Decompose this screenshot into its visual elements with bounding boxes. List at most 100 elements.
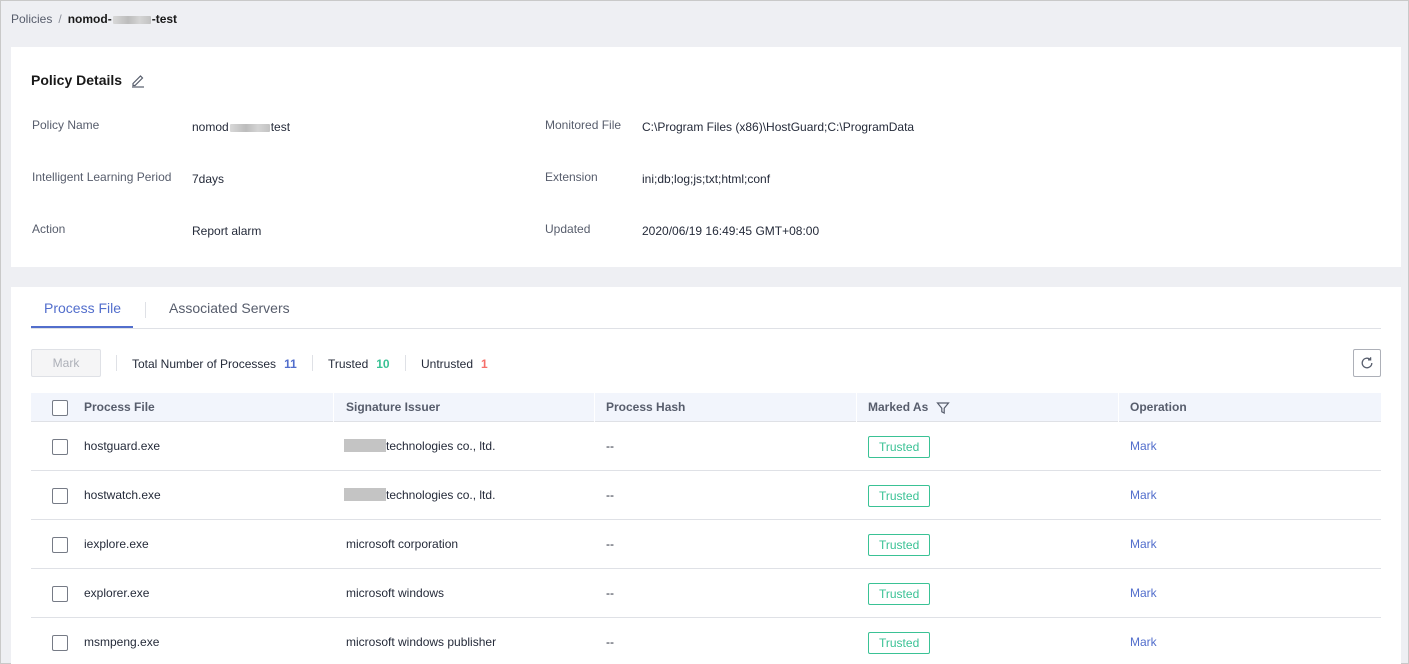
active-tab-indicator <box>31 326 133 328</box>
stat-untrusted-value: 1 <box>481 357 488 371</box>
policy-details-header: Policy Details <box>31 72 146 88</box>
column-header-signature-issuer: Signature Issuer <box>346 400 441 414</box>
breadcrumb-separator: / <box>58 12 62 26</box>
stat-divider <box>405 355 406 371</box>
redacted-text <box>229 123 270 132</box>
row-checkbox[interactable] <box>52 439 68 455</box>
column-divider <box>594 393 595 422</box>
process-card: Process File Associated Servers Mark Tot… <box>11 287 1401 664</box>
process-file-cell: explorer.exe <box>84 586 150 600</box>
action-label: Action <box>32 222 66 236</box>
filter-icon[interactable] <box>936 401 951 415</box>
process-hash-cell: -- <box>606 537 614 551</box>
refresh-button[interactable] <box>1353 349 1381 377</box>
signature-issuer-cell: technologies co., ltd. <box>344 471 495 520</box>
column-header-marked-as: Marked As <box>868 393 951 422</box>
table-row: msmpeng.exe microsoft windows publisher … <box>31 618 1381 664</box>
stat-total: Total Number of Processes 11 <box>132 357 297 371</box>
signature-issuer-cell: technologies co., ltd. <box>344 422 495 471</box>
marked-as-cell: Trusted <box>868 422 931 471</box>
stat-total-label: Total Number of Processes <box>132 357 277 371</box>
process-hash-cell: -- <box>606 586 614 600</box>
marked-as-cell: Trusted <box>868 471 931 520</box>
marked-as-cell: Trusted <box>868 520 931 569</box>
row-checkbox[interactable] <box>52 537 68 553</box>
stat-trusted-label: Trusted <box>328 357 369 371</box>
breadcrumb: Policies / nomod- -test <box>11 11 177 27</box>
table-row: hostwatch.exe technologies co., ltd. -- … <box>31 471 1381 520</box>
table-header: Process File Signature Issuer Process Ha… <box>31 393 1381 422</box>
tab-bar: Process File Associated Servers <box>31 287 1381 329</box>
signature-issuer-text: technologies co., ltd. <box>386 439 496 453</box>
column-divider <box>856 393 857 422</box>
learning-period-value: 7days <box>192 172 225 186</box>
stat-untrusted-label: Untrusted <box>421 357 474 371</box>
marked-as-cell: Trusted <box>868 569 931 618</box>
refresh-icon <box>1360 356 1374 370</box>
redacted-text <box>344 439 386 453</box>
redacted-text <box>112 15 151 24</box>
mark-link[interactable]: Mark <box>1130 520 1157 569</box>
stat-divider <box>312 355 313 371</box>
policy-name-value: nomod test <box>192 120 290 134</box>
stat-untrusted: Untrusted 1 <box>421 357 488 371</box>
process-file-cell: hostguard.exe <box>84 439 161 453</box>
toolbar: Mark Total Number of Processes 11 Trusted… <box>31 349 1381 379</box>
monitored-file-value: C:\Program Files (x86)\HostGuard;C:\Prog… <box>642 120 915 134</box>
process-file-cell: msmpeng.exe <box>84 635 160 649</box>
trusted-badge: Trusted <box>868 435 931 458</box>
trusted-badge: Trusted <box>868 533 931 556</box>
row-checkbox[interactable] <box>52 488 68 504</box>
column-divider <box>333 393 334 422</box>
signature-issuer-cell: microsoft windows <box>346 586 445 600</box>
updated-label: Updated <box>545 222 591 236</box>
process-file-cell: hostwatch.exe <box>84 488 161 502</box>
tab-associated-servers[interactable]: Associated Servers <box>169 300 290 316</box>
row-checkbox[interactable] <box>52 586 68 602</box>
breadcrumb-current: nomod- -test <box>68 12 177 26</box>
policy-name-suffix: test <box>270 120 291 134</box>
breadcrumb-policies-link[interactable]: Policies <box>11 12 52 26</box>
process-hash-cell: -- <box>606 488 614 502</box>
action-value: Report alarm <box>192 224 262 238</box>
process-hash-cell: -- <box>606 439 614 453</box>
monitored-file-label: Monitored File <box>545 118 622 132</box>
breadcrumb-current-prefix: nomod- <box>67 12 112 26</box>
mark-link[interactable]: Mark <box>1130 422 1157 471</box>
edit-icon[interactable] <box>130 72 146 88</box>
mark-link[interactable]: Mark <box>1130 569 1157 618</box>
policy-name-prefix: nomod <box>192 120 229 134</box>
stat-trusted: Trusted 10 <box>328 357 390 371</box>
select-all-checkbox[interactable] <box>52 400 68 416</box>
redacted-text <box>344 488 386 502</box>
learning-period-label: Intelligent Learning Period <box>32 170 172 184</box>
process-table: Process File Signature Issuer Process Ha… <box>31 393 1381 664</box>
column-header-marked-as-label: Marked As <box>868 400 929 414</box>
stat-total-value: 11 <box>284 357 297 371</box>
column-header-operation: Operation <box>1130 400 1187 414</box>
breadcrumb-current-suffix: -test <box>151 12 178 26</box>
policy-details-title: Policy Details <box>31 72 123 88</box>
extension-value: ini;db;log;js;txt;html;conf <box>642 172 771 186</box>
trusted-badge: Trusted <box>868 484 931 507</box>
extension-label: Extension <box>545 170 598 184</box>
trusted-badge: Trusted <box>868 631 931 654</box>
table-row: explorer.exe microsoft windows -- Truste… <box>31 569 1381 618</box>
tab-divider <box>145 302 146 318</box>
signature-issuer-text: technologies co., ltd. <box>386 488 496 502</box>
mark-button[interactable]: Mark <box>31 349 101 377</box>
row-checkbox[interactable] <box>52 635 68 651</box>
signature-issuer-cell: microsoft windows publisher <box>346 635 497 649</box>
toolbar-divider <box>116 355 117 371</box>
process-hash-cell: -- <box>606 635 614 649</box>
tab-process-file[interactable]: Process File <box>44 300 121 316</box>
updated-value: 2020/06/19 16:49:45 GMT+08:00 <box>642 224 820 238</box>
column-divider <box>1118 393 1119 422</box>
table-row: hostguard.exe technologies co., ltd. -- … <box>31 422 1381 471</box>
mark-link[interactable]: Mark <box>1130 471 1157 520</box>
table-row: iexplore.exe microsoft corporation -- Tr… <box>31 520 1381 569</box>
column-header-process-file: Process File <box>84 400 155 414</box>
trusted-badge: Trusted <box>868 582 931 605</box>
policy-name-label: Policy Name <box>32 118 100 132</box>
mark-link[interactable]: Mark <box>1130 618 1157 664</box>
